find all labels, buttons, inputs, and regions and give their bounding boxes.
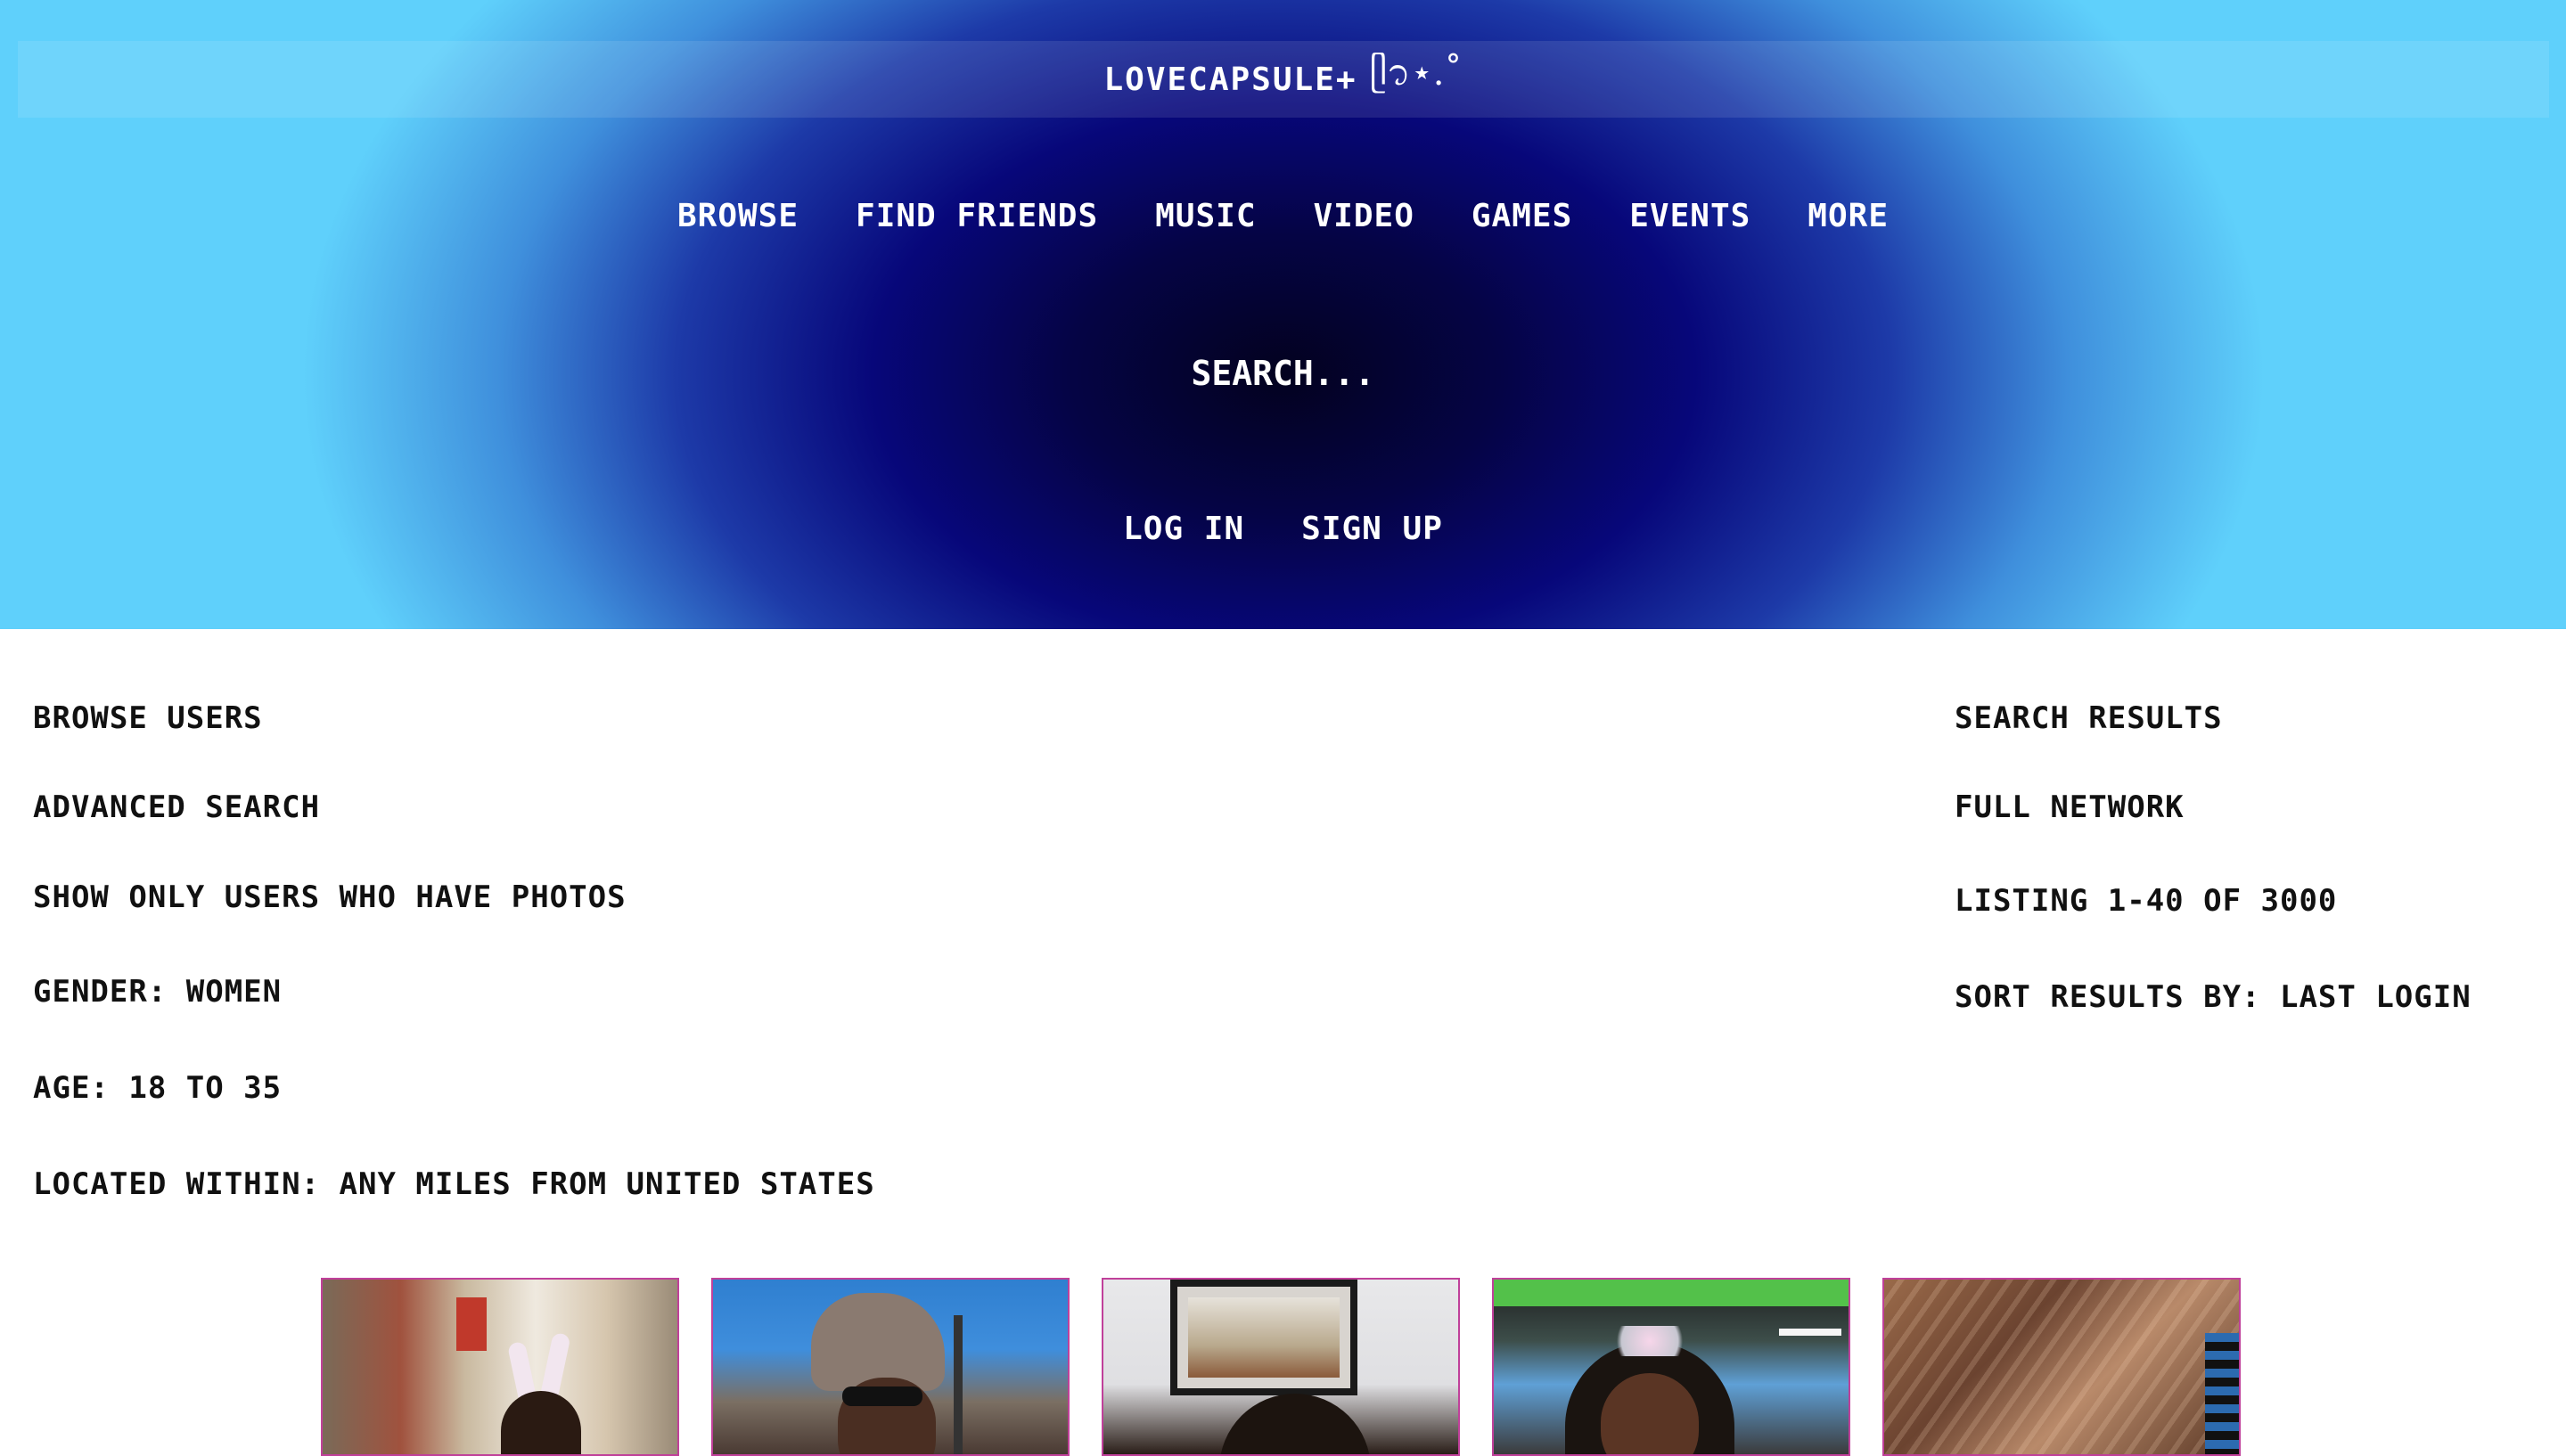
user-photo-4[interactable] xyxy=(1492,1278,1850,1456)
gender-filter[interactable]: GENDER: WOMEN xyxy=(33,974,282,1010)
site-title-wrap[interactable]: LOVECAPSULE+ ᥫ᭡⋆.˚ xyxy=(0,41,2566,118)
user-photo-3[interactable] xyxy=(1102,1278,1460,1456)
search-area xyxy=(0,353,2566,394)
photo-figure xyxy=(811,1293,945,1391)
age-filter[interactable]: AGE: 18 TO 35 xyxy=(33,1070,282,1106)
photo-figure xyxy=(2205,1333,2239,1454)
browse-users-heading: BROWSE USERS xyxy=(33,700,263,736)
nav-games[interactable]: GAMES xyxy=(1472,198,1572,234)
photo-figure xyxy=(1219,1394,1371,1454)
photo-figure xyxy=(501,1391,581,1454)
photo-figure xyxy=(842,1386,922,1406)
main-nav: BROWSE FIND FRIENDS MUSIC VIDEO GAMES EV… xyxy=(0,198,2566,234)
nav-find-friends[interactable]: FIND FRIENDS xyxy=(856,198,1098,234)
nav-video[interactable]: VIDEO xyxy=(1314,198,1414,234)
photo-figure xyxy=(1188,1297,1340,1378)
sort-results[interactable]: SORT RESULTS BY: LAST LOGIN xyxy=(1955,979,2472,1015)
nav-music[interactable]: MUSIC xyxy=(1155,198,1256,234)
nav-browse[interactable]: BROWSE xyxy=(677,198,799,234)
listing-count: LISTING 1-40 OF 3000 xyxy=(1955,883,2338,919)
user-photo-grid xyxy=(321,1278,2241,1456)
auth-links: LOG IN SIGN UP xyxy=(0,511,2566,547)
photo-figure xyxy=(456,1297,487,1351)
advanced-search-link[interactable]: ADVANCED SEARCH xyxy=(33,789,320,825)
login-link[interactable]: LOG IN xyxy=(1123,511,1244,547)
show-photos-filter[interactable]: SHOW ONLY USERS WHO HAVE PHOTOS xyxy=(33,879,627,915)
search-input[interactable] xyxy=(1094,353,1472,394)
location-filter[interactable]: LOCATED WITHIN: ANY MILES FROM UNITED ST… xyxy=(33,1166,875,1202)
photo-figure xyxy=(1884,1280,2239,1454)
user-photo-5[interactable] xyxy=(1882,1278,2241,1456)
photo-figure xyxy=(1779,1329,1841,1336)
user-photo-1[interactable] xyxy=(321,1278,679,1456)
photo-figure xyxy=(954,1315,963,1454)
site-title[interactable]: LOVECAPSULE+ xyxy=(1103,61,1357,98)
photo-figure xyxy=(1605,1326,1694,1356)
nav-events[interactable]: EVENTS xyxy=(1629,198,1750,234)
nav-more[interactable]: MORE xyxy=(1808,198,1889,234)
header: LOVECAPSULE+ ᥫ᭡⋆.˚ BROWSE FIND FRIENDS M… xyxy=(0,0,2566,629)
signup-link[interactable]: SIGN UP xyxy=(1301,511,1443,547)
photo-figure xyxy=(1494,1280,1849,1306)
title-decoration: ᥫ᭡⋆.˚ xyxy=(1369,53,1463,94)
search-results-heading: SEARCH RESULTS xyxy=(1955,700,2223,736)
full-network-label: FULL NETWORK xyxy=(1955,789,2185,825)
user-photo-2[interactable] xyxy=(711,1278,1070,1456)
